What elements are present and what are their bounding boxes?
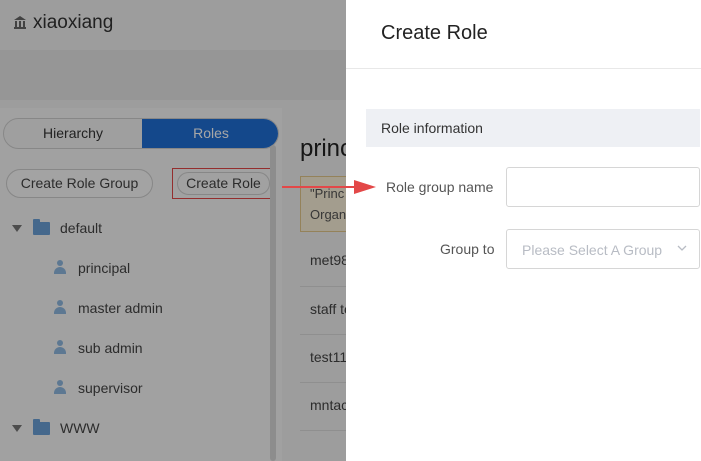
section-header: Role information: [366, 109, 700, 147]
role-group-name-input[interactable]: [506, 167, 700, 207]
section-label: Role information: [381, 120, 483, 136]
group-to-label: Group to: [440, 241, 495, 257]
annotation-arrow-icon: [282, 180, 376, 194]
create-role-drawer: Create Role Role information Role group …: [346, 0, 701, 461]
drawer-title: Create Role: [381, 22, 488, 44]
group-to-placeholder: Please Select A Group: [522, 242, 663, 258]
modal-overlay[interactable]: [0, 0, 346, 461]
role-group-name-label: Role group name: [386, 179, 494, 195]
drawer-divider: [346, 68, 701, 69]
group-to-select[interactable]: Please Select A Group: [506, 229, 700, 269]
chevron-down-icon: [677, 245, 687, 251]
